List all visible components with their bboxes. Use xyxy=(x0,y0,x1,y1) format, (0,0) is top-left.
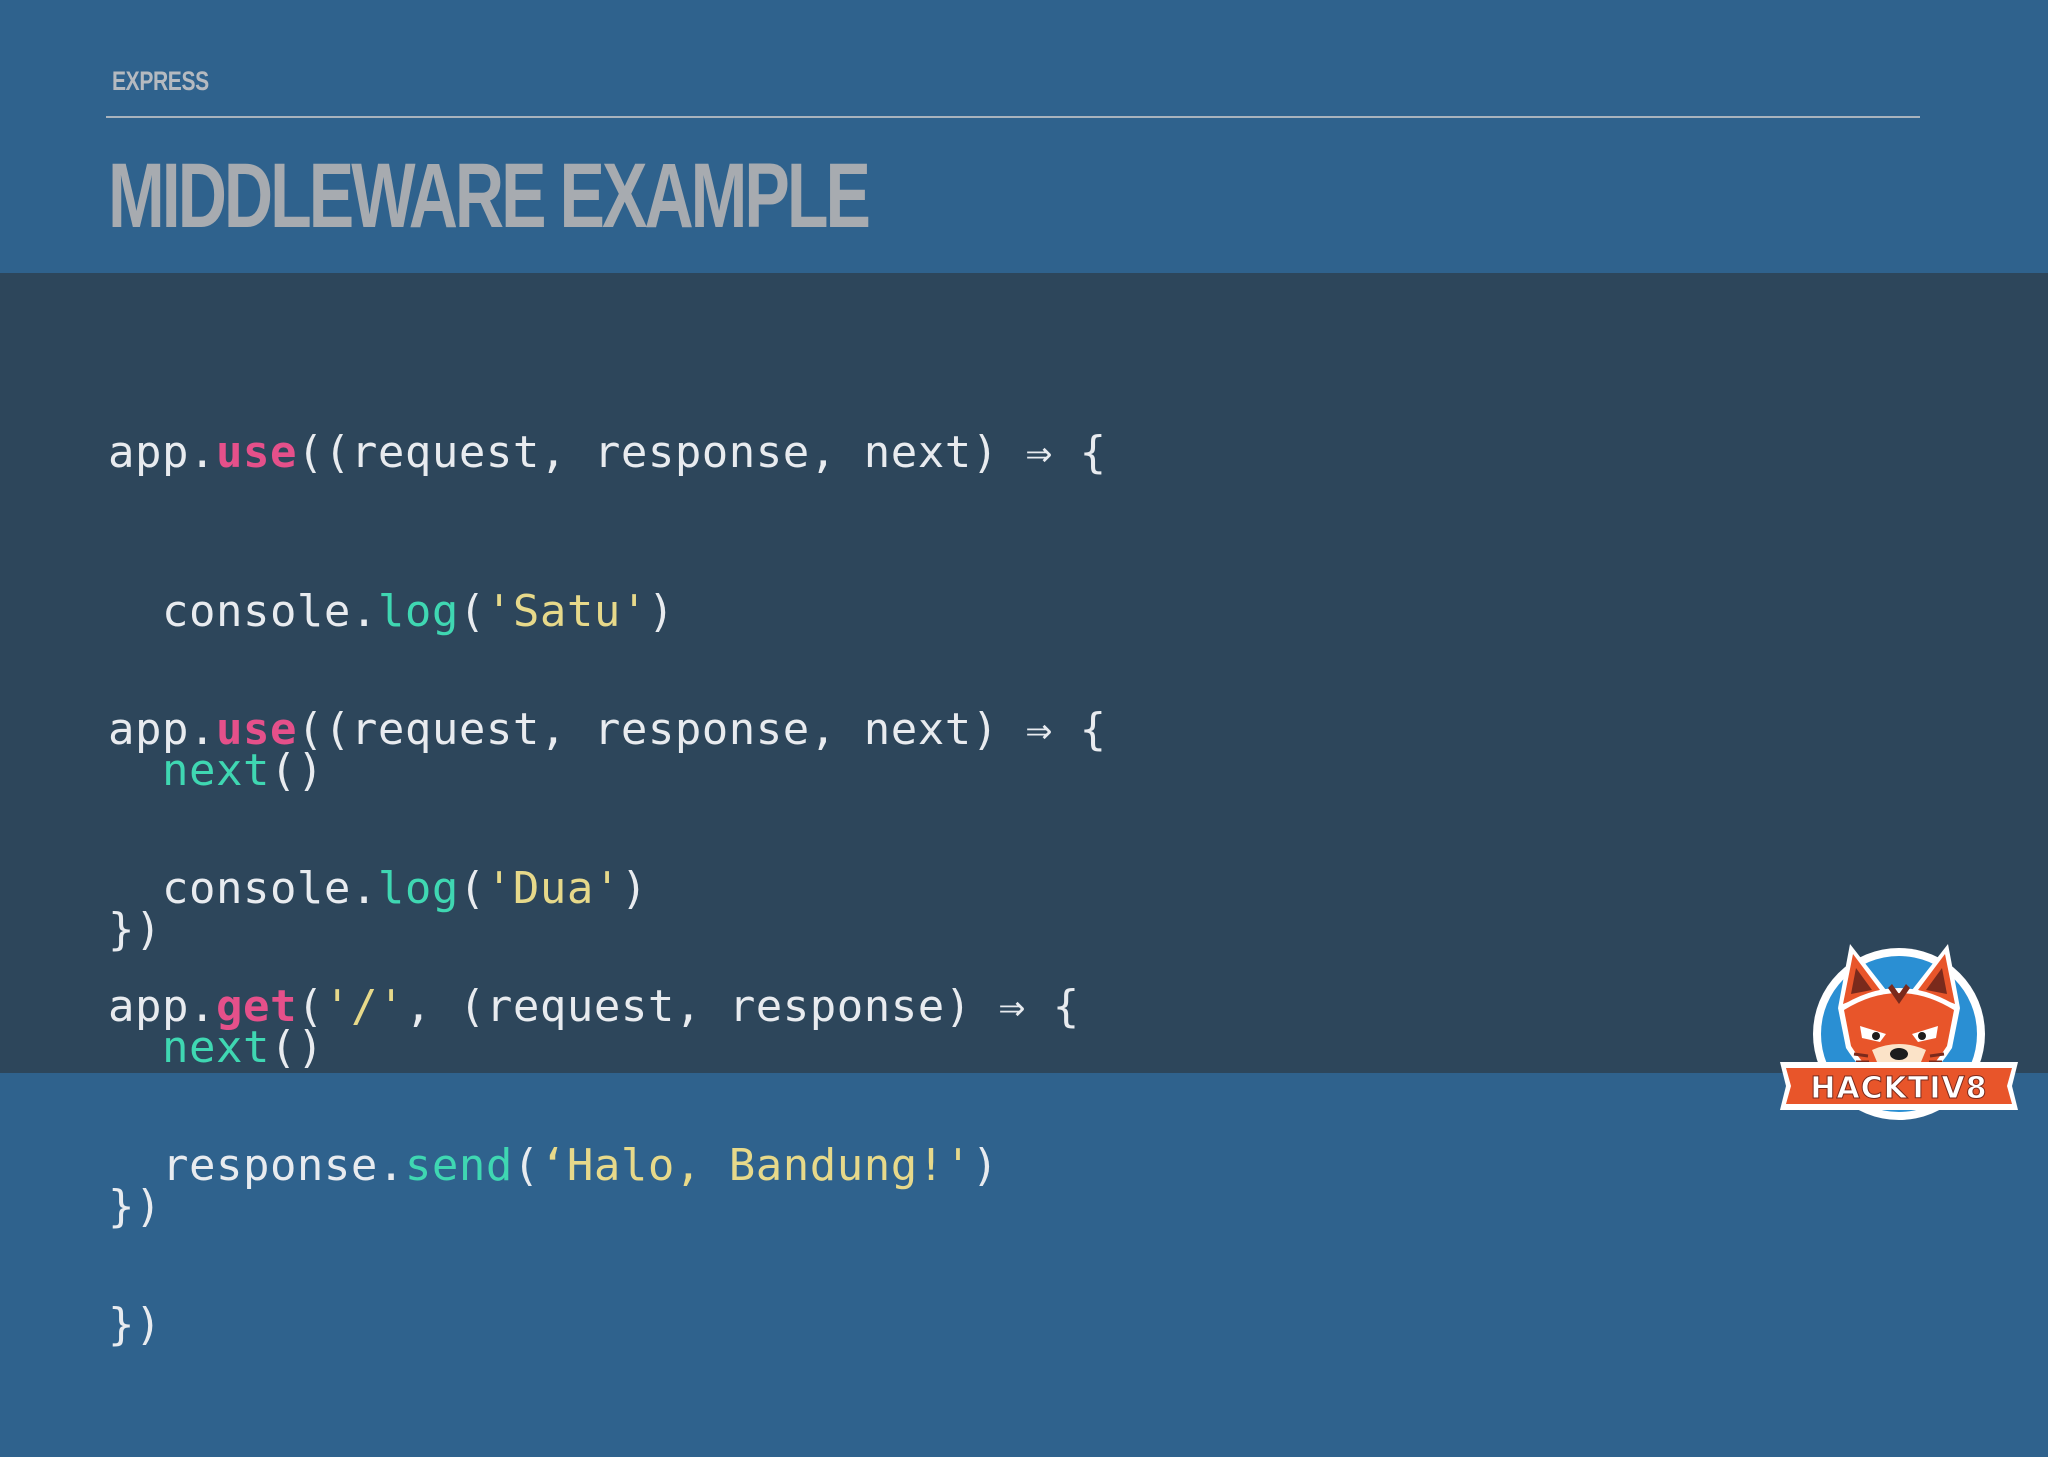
code-line: app.use((request, response, next) ⇒ { xyxy=(108,703,1107,756)
code-function: send xyxy=(404,1140,513,1191)
header-divider xyxy=(106,116,1920,118)
code-line: }) xyxy=(108,1299,162,1350)
code-text: ( xyxy=(296,981,324,1032)
code-line: app.get('/', (request, response) ⇒ { xyxy=(108,980,1080,1033)
code-keyword: use xyxy=(215,704,297,755)
code-text: app. xyxy=(108,704,216,755)
code-text: ) xyxy=(971,1140,999,1191)
code-string: '/' xyxy=(323,981,405,1032)
slide: EXPRESS MIDDLEWARE EXAMPLE app.use((requ… xyxy=(0,0,2048,1350)
code-text: ((request, response, next) ⇒ { xyxy=(296,427,1107,478)
logo-text: HACKTIV8 xyxy=(1810,1071,1987,1106)
code-text: app. xyxy=(108,981,216,1032)
code-text: ( xyxy=(512,1140,540,1191)
code-block-get-root: app.get('/', (request, response) ⇒ { res… xyxy=(108,874,1080,1457)
hacktiv8-logo: HACKTIV8 xyxy=(1780,944,2018,1120)
code-text: , (request, response) ⇒ { xyxy=(404,981,1080,1032)
code-text: app. xyxy=(108,427,216,478)
code-line: app.use((request, response, next) ⇒ { xyxy=(108,426,1107,479)
logo-banner: HACKTIV8 xyxy=(1780,1062,2018,1110)
slide-title: MIDDLEWARE EXAMPLE xyxy=(108,145,871,247)
code-string: ‘Halo, Bandung!' xyxy=(539,1140,972,1191)
code-keyword: use xyxy=(215,427,297,478)
code-text: response. xyxy=(108,1140,405,1191)
code-keyword: get xyxy=(215,981,297,1032)
section-label: EXPRESS xyxy=(112,66,209,96)
code-line: response.send(‘Halo, Bandung!') xyxy=(108,1139,1080,1192)
code-text: ((request, response, next) ⇒ { xyxy=(296,704,1107,755)
